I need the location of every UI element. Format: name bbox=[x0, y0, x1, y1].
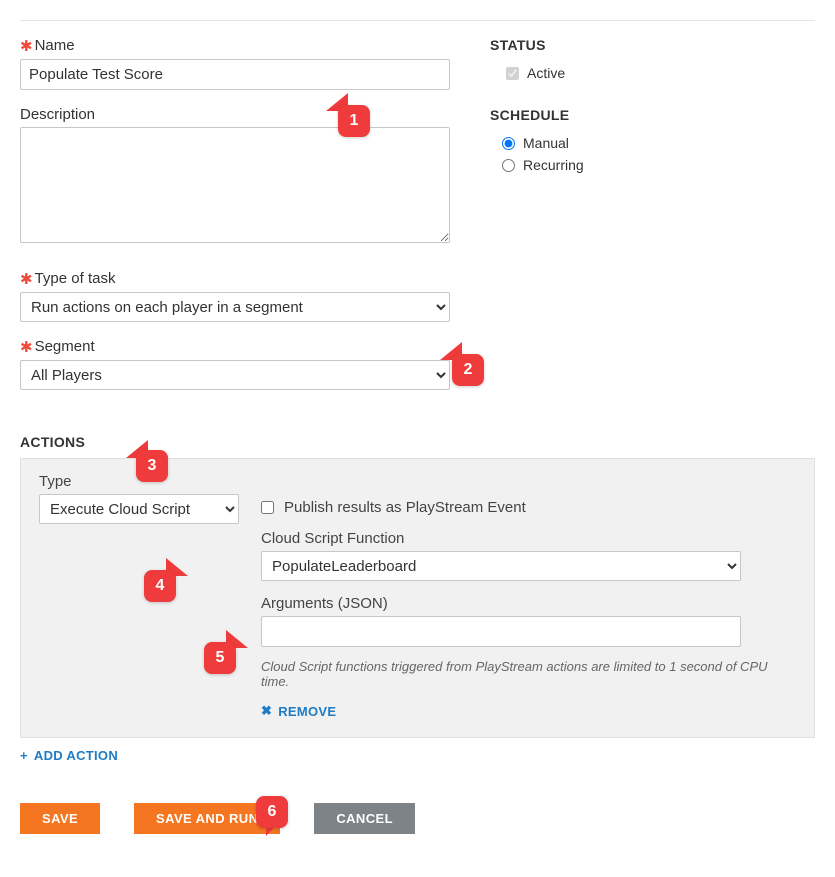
schedule-manual-radio[interactable] bbox=[502, 137, 515, 150]
required-icon: ✱ bbox=[20, 270, 33, 288]
publish-results-checkbox[interactable] bbox=[261, 501, 274, 514]
plus-icon: + bbox=[20, 748, 28, 763]
schedule-manual-label: Manual bbox=[523, 135, 569, 151]
cloud-script-function-select[interactable]: PopulateLeaderboard bbox=[261, 551, 741, 581]
type-of-task-select[interactable]: Run actions on each player in a segment bbox=[20, 292, 450, 322]
segment-label: ✱Segment bbox=[20, 338, 450, 356]
type-of-task-label: ✱Type of task bbox=[20, 270, 450, 288]
name-input[interactable] bbox=[20, 59, 450, 90]
description-label: Description bbox=[20, 106, 450, 123]
cancel-button[interactable]: CANCEL bbox=[314, 803, 415, 834]
schedule-recurring-label: Recurring bbox=[523, 157, 584, 173]
active-label: Active bbox=[527, 65, 565, 81]
remove-action-link[interactable]: ✖ REMOVE bbox=[261, 703, 336, 719]
action-type-select[interactable]: Execute Cloud Script bbox=[39, 494, 239, 524]
schedule-manual-row[interactable]: Manual bbox=[490, 135, 815, 151]
schedule-recurring-row[interactable]: Recurring bbox=[490, 157, 815, 173]
name-label: ✱Name bbox=[20, 37, 450, 55]
arguments-label: Arguments (JSON) bbox=[261, 595, 796, 612]
description-input[interactable] bbox=[20, 127, 450, 243]
arguments-input[interactable] bbox=[261, 616, 741, 647]
close-icon: ✖ bbox=[261, 703, 272, 719]
required-icon: ✱ bbox=[20, 37, 33, 55]
cloud-script-note: Cloud Script functions triggered from Pl… bbox=[261, 659, 796, 689]
action-card: Type Execute Cloud Script Publish result… bbox=[20, 458, 815, 738]
required-icon: ✱ bbox=[20, 338, 33, 356]
cloud-script-function-label: Cloud Script Function bbox=[261, 530, 796, 547]
save-button[interactable]: SAVE bbox=[20, 803, 100, 834]
schedule-recurring-radio[interactable] bbox=[502, 159, 515, 172]
publish-results-label: Publish results as PlayStream Event bbox=[284, 499, 526, 516]
status-heading: STATUS bbox=[490, 37, 815, 53]
schedule-heading: SCHEDULE bbox=[490, 107, 815, 123]
segment-select[interactable]: All Players bbox=[20, 360, 450, 390]
add-action-link[interactable]: + ADD ACTION bbox=[20, 748, 118, 763]
active-checkbox[interactable] bbox=[506, 67, 519, 80]
